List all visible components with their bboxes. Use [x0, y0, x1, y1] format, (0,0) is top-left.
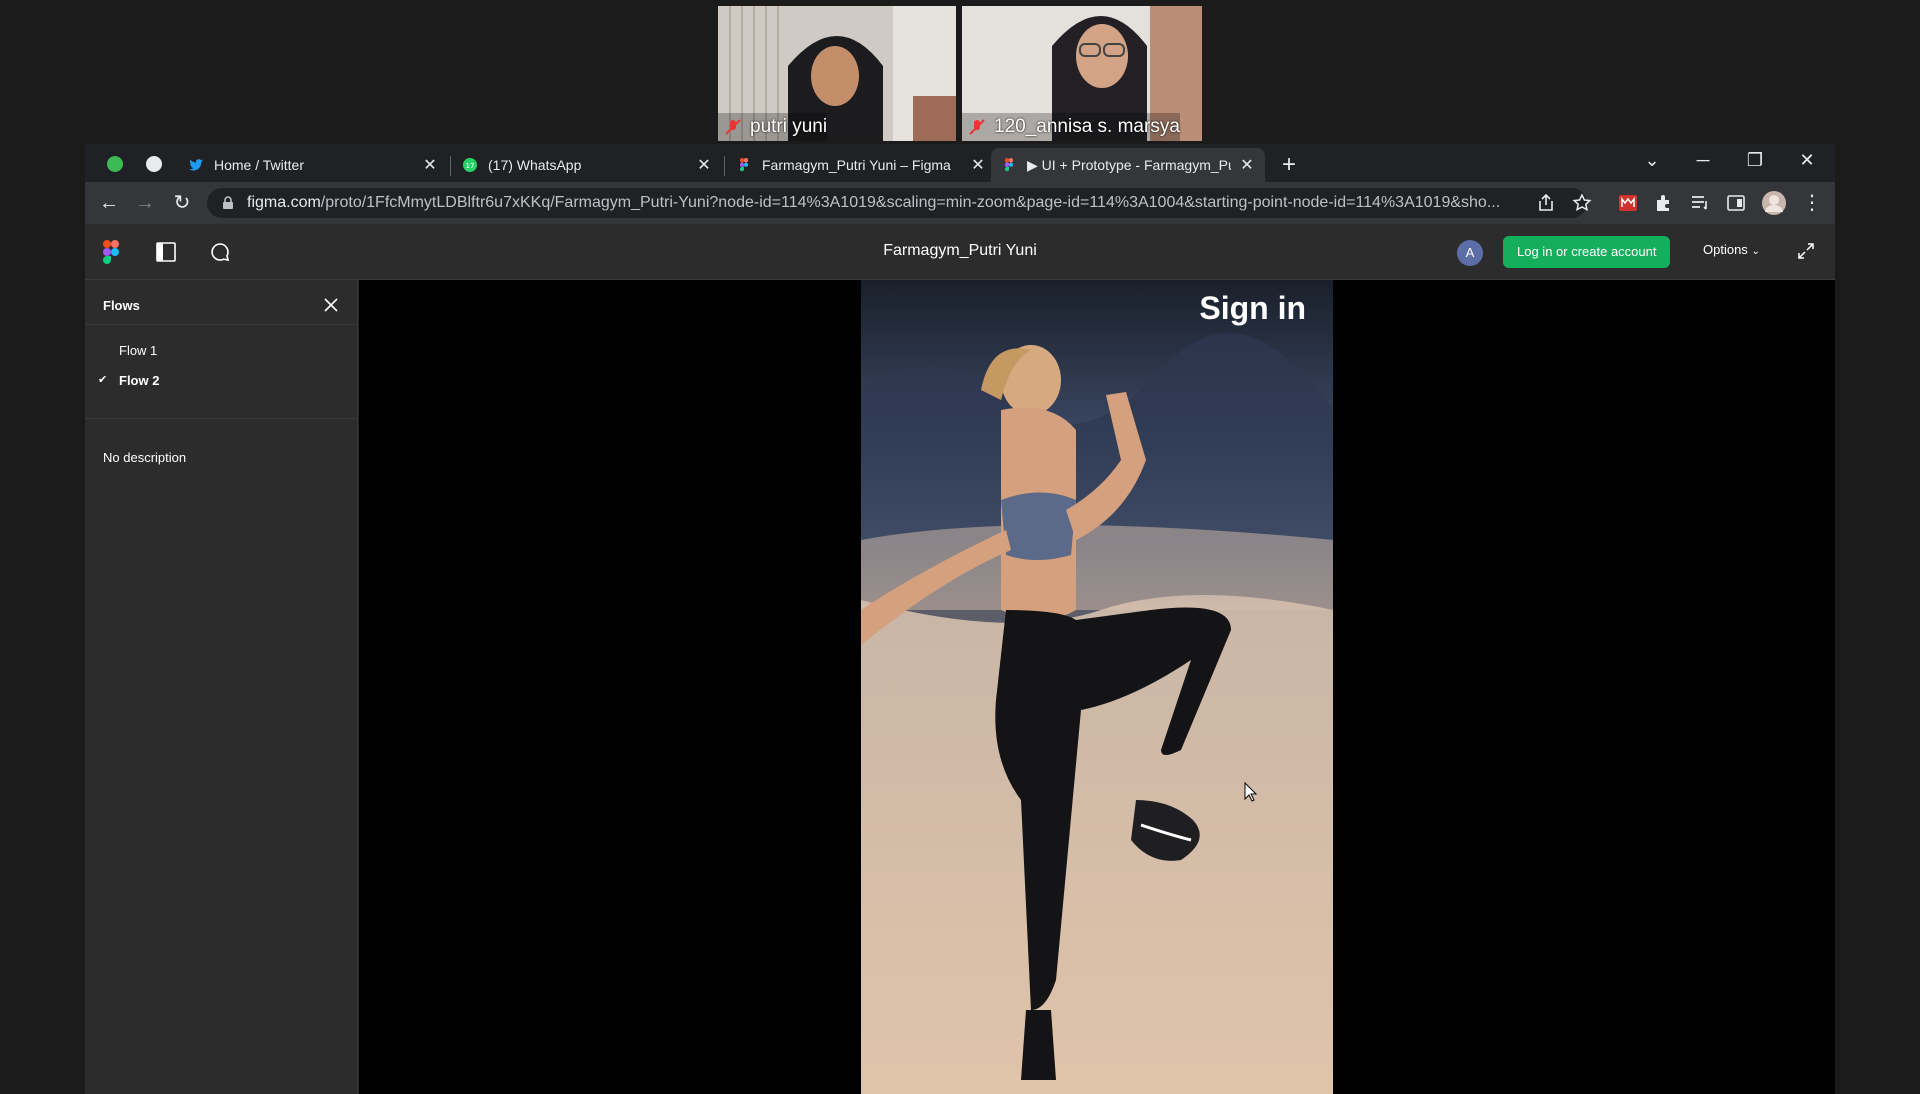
forward-button[interactable]: →	[132, 190, 158, 216]
tab-bar: Home / Twitter ✕ 17 (17) WhatsApp ✕ Farm…	[85, 144, 1835, 182]
flows-sidebar: Flows Flow 1 ✔ Flow 2 No description	[85, 280, 358, 1094]
share-icon[interactable]	[1535, 192, 1557, 214]
status-dot-white-icon	[146, 156, 162, 172]
figma-icon	[739, 158, 748, 172]
tab-separator	[450, 156, 451, 176]
close-icon[interactable]	[322, 296, 340, 314]
tab-search-chevron-icon[interactable]: ⌄	[1632, 150, 1672, 171]
close-tab-icon[interactable]: ✕	[970, 155, 986, 175]
address-bar[interactable]: figma.com/proto/1FfcMmytLDBlftr6u7xKKq/F…	[207, 188, 1587, 218]
tab-title: ▶ UI + Prototype - Farmagym_Pu	[1027, 156, 1231, 173]
lock-icon	[223, 196, 233, 209]
close-tab-icon[interactable]: ✕	[422, 155, 438, 175]
profile-avatar-icon[interactable]	[1761, 190, 1787, 216]
close-window-button[interactable]: ✕	[1787, 150, 1827, 171]
flow-description: No description	[103, 450, 187, 465]
options-label: Options	[1703, 242, 1748, 257]
bookmark-star-icon[interactable]	[1571, 192, 1593, 214]
participant-name: 120_annisa s. marsya	[962, 113, 1180, 141]
url-text: figma.com/proto/1FfcMmytLDBlftr6u7xKKq/F…	[247, 194, 1501, 211]
fitness-photo	[861, 280, 1333, 1094]
tab-twitter[interactable]: Home / Twitter ✕	[178, 148, 448, 182]
tab-figma-file[interactable]: Farmagym_Putri Yuni – Figma ✕	[726, 148, 996, 182]
browser-menu-icon[interactable]: ⋮	[1799, 190, 1825, 216]
login-button[interactable]: Log in or create account	[1503, 236, 1671, 268]
back-button[interactable]: ←	[96, 190, 122, 216]
close-tab-icon[interactable]: ✕	[1239, 155, 1255, 175]
mouse-cursor-icon	[1244, 782, 1258, 802]
flow-item-2[interactable]: Flow 2	[119, 373, 159, 388]
divider	[85, 418, 357, 419]
video-tile-putri-yuni[interactable]: putri yuni	[718, 6, 956, 141]
reading-list-icon[interactable]	[1689, 192, 1711, 214]
fullscreen-expand-icon[interactable]	[1797, 242, 1815, 260]
extension-red-icon[interactable]	[1617, 192, 1639, 214]
viewer-avatar[interactable]: A	[1457, 240, 1483, 266]
whatsapp-icon: 17	[463, 158, 477, 172]
flow-item-1[interactable]: Flow 1	[119, 343, 157, 358]
tab-separator	[724, 156, 725, 176]
side-panel-icon[interactable]	[1725, 192, 1747, 214]
prototype-canvas[interactable]: Sign in	[359, 280, 1835, 1094]
flows-heading: Flows	[103, 298, 140, 313]
chevron-down-icon: ⌄	[1751, 246, 1760, 257]
new-tab-button[interactable]: +	[1275, 151, 1303, 179]
divider	[85, 324, 357, 325]
checkmark-icon: ✔	[98, 374, 108, 386]
status-dot-green-icon	[107, 156, 123, 172]
twitter-icon	[189, 159, 203, 171]
minimize-button[interactable]: ─	[1683, 150, 1723, 171]
close-tab-icon[interactable]: ✕	[696, 155, 712, 175]
browser-window: Home / Twitter ✕ 17 (17) WhatsApp ✕ Farm…	[85, 144, 1835, 1094]
video-tile-annisa[interactable]: 120_annisa s. marsya	[962, 6, 1202, 141]
muted-mic-icon	[725, 119, 741, 135]
figma-icon	[1004, 158, 1013, 172]
options-menu[interactable]: Options ⌄	[1703, 242, 1760, 257]
tab-title: Farmagym_Putri Yuni – Figma	[762, 157, 951, 173]
svg-text:17: 17	[466, 162, 475, 170]
muted-mic-icon	[969, 119, 985, 135]
figma-header: Farmagym_Putri Yuni A Log in or create a…	[85, 224, 1835, 280]
prototype-frame[interactable]: Sign in	[861, 280, 1333, 1094]
tab-title: Home / Twitter	[214, 157, 304, 173]
browser-toolbar: ← → ↻ figma.com/proto/1FfcMmytLDBlftr6u7…	[85, 182, 1835, 224]
tab-whatsapp[interactable]: 17 (17) WhatsApp ✕	[452, 148, 722, 182]
sign-in-heading: Sign in	[1199, 290, 1306, 326]
tab-title: (17) WhatsApp	[488, 157, 582, 173]
tab-figma-prototype[interactable]: ▶ UI + Prototype - Farmagym_Pu ✕	[991, 148, 1265, 182]
participant-name: putri yuni	[718, 113, 828, 141]
reload-button[interactable]: ↻	[169, 190, 195, 216]
restore-button[interactable]: ❐	[1735, 150, 1775, 171]
extensions-puzzle-icon[interactable]	[1653, 192, 1675, 214]
